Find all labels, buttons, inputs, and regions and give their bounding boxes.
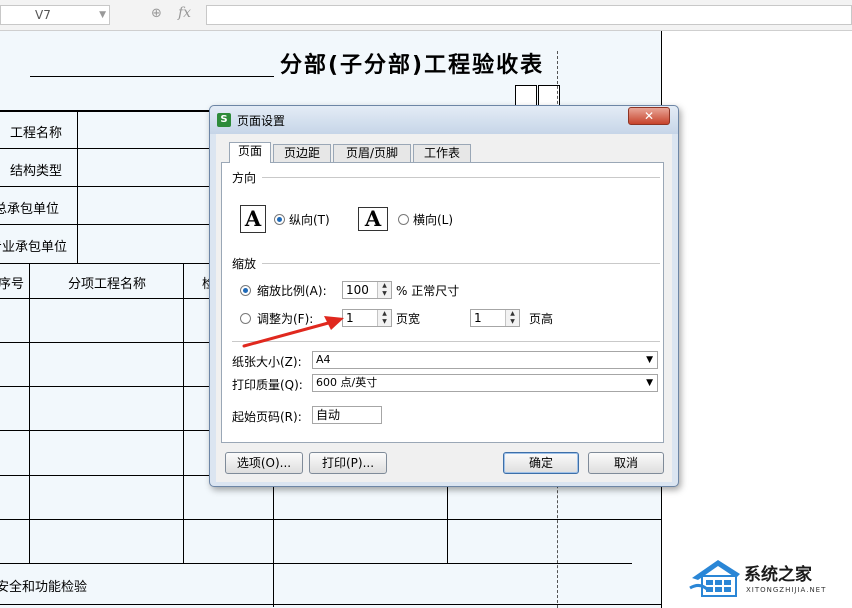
- dialog-title: 页面设置: [237, 114, 286, 128]
- tab-panel: 方向 A 纵向(T) A 横向(L) 缩放 缩放比例(A): 100 ▲ ▼ % …: [221, 162, 664, 443]
- print-quality-value: 600 点/英寸: [316, 376, 378, 389]
- grid-line: [273, 471, 274, 607]
- tab-margins[interactable]: 页边距: [273, 144, 331, 162]
- pages-wide-label: 页宽: [396, 312, 421, 326]
- watermark: 系统之家 XITONGZHIJIA.NET: [688, 556, 852, 604]
- spinner-arrows-icon[interactable]: ▲ ▼: [377, 310, 391, 326]
- row-label: 结构类型: [10, 164, 63, 179]
- portrait-radio[interactable]: [274, 214, 285, 225]
- paper-size-select[interactable]: A4 ▼: [312, 351, 658, 369]
- footer-label: 安全和功能检验: [0, 580, 88, 595]
- tab-sheet[interactable]: 工作表: [413, 144, 471, 162]
- section-divider: [262, 177, 660, 178]
- name-box[interactable]: V7 ▼: [0, 5, 110, 25]
- tab-header-footer[interactable]: 页眉/页脚: [333, 144, 411, 162]
- pages-tall-value: 1: [474, 311, 482, 325]
- pages-tall-label: 页高: [529, 312, 554, 326]
- portrait-label[interactable]: 纵向(T): [289, 211, 330, 228]
- options-button[interactable]: 选项(O)...: [225, 452, 303, 474]
- column-header: 序号: [0, 277, 25, 292]
- scale-radio[interactable]: [240, 285, 251, 296]
- column-header: 分项工程名称: [68, 277, 147, 292]
- portrait-icon: A: [240, 205, 266, 233]
- watermark-domain: XITONGZHIJIA.NET: [746, 586, 827, 594]
- scale-unit: % 正常尺寸: [396, 284, 460, 298]
- annotation-arrow-icon: [242, 316, 344, 348]
- page-setup-dialog: S 页面设置 ✕ 页面 页边距 页眉/页脚 工作表 方向 A 纵向(T) A 横…: [209, 105, 679, 487]
- cell-reference: V7: [35, 8, 51, 22]
- grid-line: [183, 263, 184, 563]
- section-divider: [262, 263, 660, 264]
- first-page-label: 起始页码(R):: [232, 410, 302, 424]
- title-underline: [30, 76, 274, 77]
- paper-size-value: A4: [316, 353, 331, 366]
- spinner-arrows-icon[interactable]: ▲ ▼: [377, 282, 391, 298]
- chevron-down-icon[interactable]: ▼: [646, 352, 653, 368]
- landscape-label[interactable]: 横向(L): [413, 211, 453, 228]
- chevron-down-icon[interactable]: ▼: [99, 6, 106, 24]
- chevron-down-icon[interactable]: ▼: [646, 375, 653, 391]
- landscape-radio[interactable]: [398, 214, 409, 225]
- dialog-body: 页面 页边距 页眉/页脚 工作表 方向 A 纵向(T) A 横向(L) 缩放 缩…: [216, 134, 672, 482]
- spinner-arrows-icon[interactable]: ▲ ▼: [505, 310, 519, 326]
- grid-line: [0, 563, 632, 564]
- row-label: 专业承包单位: [0, 240, 68, 255]
- watermark-name: 系统之家: [744, 565, 812, 585]
- grid-line: [77, 110, 78, 263]
- ok-button[interactable]: 确定: [503, 452, 579, 474]
- grid-line: [0, 604, 662, 605]
- tab-page[interactable]: 页面: [229, 142, 271, 163]
- orientation-section-label: 方向: [232, 171, 257, 185]
- zoom-icon[interactable]: ⊕: [151, 6, 162, 21]
- print-button[interactable]: 打印(P)...: [309, 452, 387, 474]
- dialog-titlebar[interactable]: S 页面设置 ✕: [210, 106, 678, 134]
- pages-tall-spinner[interactable]: 1 ▲ ▼: [470, 309, 520, 327]
- scale-spinner[interactable]: 100 ▲ ▼: [342, 281, 392, 299]
- formula-input[interactable]: [206, 5, 852, 25]
- app-icon: S: [217, 113, 231, 127]
- scale-label[interactable]: 缩放比例(A):: [257, 282, 327, 299]
- grid-line: [29, 263, 30, 563]
- print-quality-label: 打印质量(Q):: [232, 378, 303, 392]
- scale-value: 100: [346, 283, 369, 297]
- house-logo-icon: [689, 560, 740, 597]
- row-label: 工程名称: [10, 126, 63, 141]
- document-title: 分部(子分部)工程验收表: [280, 53, 545, 78]
- cancel-button[interactable]: 取消: [588, 452, 664, 474]
- row-label: 总承包单位: [0, 202, 60, 217]
- paper-size-label: 纸张大小(Z):: [232, 355, 302, 369]
- landscape-icon: A: [358, 207, 388, 231]
- close-button[interactable]: ✕: [628, 107, 670, 125]
- grid-line: [0, 519, 662, 520]
- scaling-section-label: 缩放: [232, 257, 257, 271]
- function-icon[interactable]: fx: [178, 5, 191, 21]
- first-page-input[interactable]: 自动: [312, 406, 382, 424]
- formula-bar: V7 ▼ ⊕ fx: [0, 0, 852, 31]
- print-quality-select[interactable]: 600 点/英寸 ▼: [312, 374, 658, 392]
